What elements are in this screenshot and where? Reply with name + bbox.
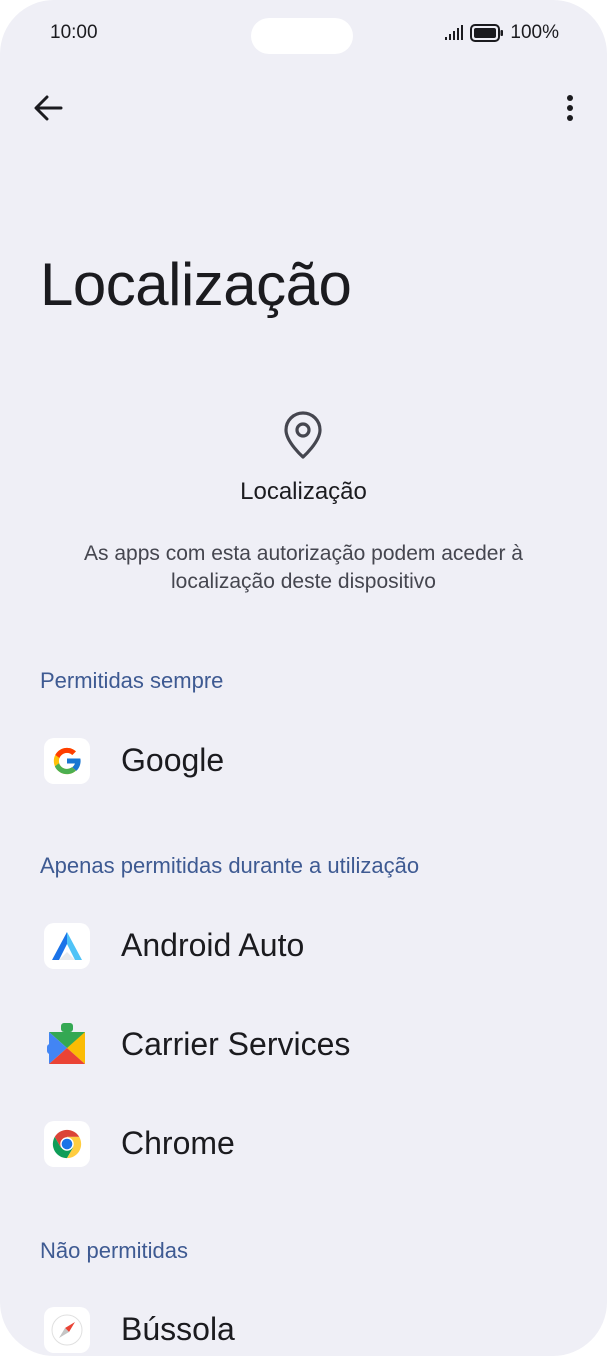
page-title: Localização xyxy=(40,251,352,318)
section-header-not-allowed: Não permitidas xyxy=(40,1238,188,1263)
status-indicators: 100% xyxy=(444,22,559,44)
app-row-google[interactable]: Google xyxy=(0,716,607,806)
app-name: Chrome xyxy=(121,1125,235,1161)
permission-label: Localização xyxy=(240,478,367,505)
app-row-chrome[interactable]: Chrome xyxy=(0,1099,607,1189)
section-header-while-in-use: Apenas permitidas durante a utilização xyxy=(40,853,420,878)
status-time: 10:00 xyxy=(50,22,98,43)
app-name: Bússola xyxy=(121,1311,235,1347)
location-permission-screen: 10:00 100% Localização Localização As ap… xyxy=(0,0,607,1356)
android-auto-icon xyxy=(44,923,90,969)
status-bar: 10:00 100% xyxy=(0,0,607,70)
compass-icon xyxy=(44,1307,90,1353)
app-name: Carrier Services xyxy=(121,1026,351,1062)
section-header-always-allowed: Permitidas sempre xyxy=(40,668,224,693)
chrome-icon xyxy=(44,1121,90,1167)
more-options-button[interactable] xyxy=(550,88,590,128)
app-name: Android Auto xyxy=(121,927,305,963)
battery-icon xyxy=(470,24,504,42)
google-icon xyxy=(44,738,90,784)
app-row-carrier-services[interactable]: Carrier Services xyxy=(0,1000,607,1090)
camera-cutout xyxy=(251,18,353,54)
more-vert-icon xyxy=(567,95,573,121)
location-pin-icon xyxy=(284,411,322,459)
arrow-left-icon xyxy=(34,95,63,121)
permission-description: As apps com esta autorização podem acede… xyxy=(84,542,523,593)
back-button[interactable] xyxy=(28,88,68,128)
app-row-compass[interactable]: Bússola xyxy=(0,1285,607,1356)
app-name: Google xyxy=(121,742,225,778)
carrier-services-icon xyxy=(44,1022,90,1068)
signal-icon xyxy=(445,25,464,40)
app-row-android-auto[interactable]: Android Auto xyxy=(0,901,607,991)
battery-percent: 100% xyxy=(510,22,559,43)
